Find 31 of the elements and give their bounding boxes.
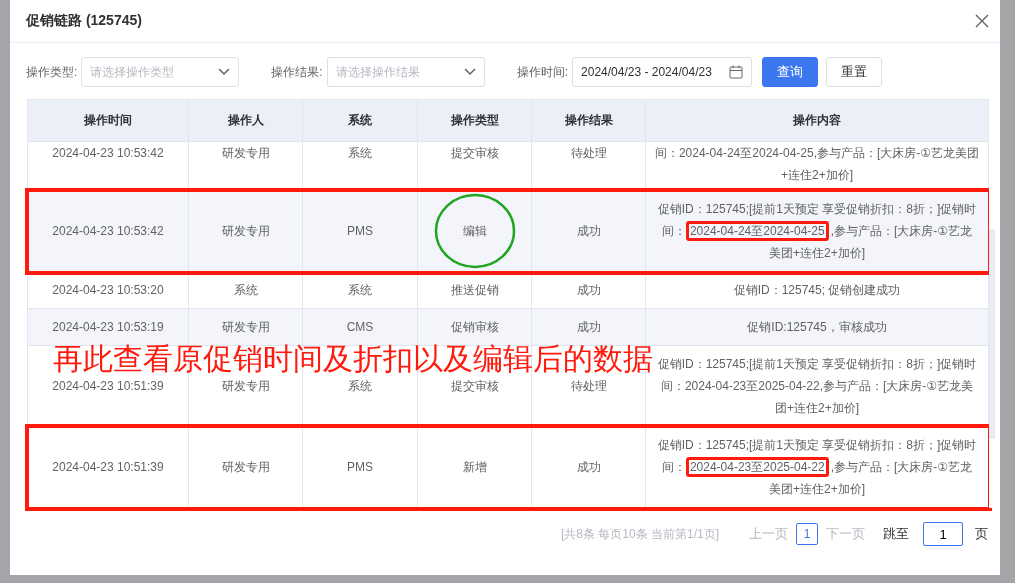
page-number[interactable]: 1 bbox=[796, 523, 818, 545]
calendar-icon bbox=[729, 65, 744, 79]
search-button[interactable]: 查询 bbox=[762, 57, 819, 87]
page-unit: 页 bbox=[975, 525, 988, 543]
table-cell-text: 促销ID：125745; 促销创建成功 bbox=[732, 282, 902, 299]
table-cell-text: 间：2024-04-24至2024-04-25,参与产品：[大床房-①艺龙美团+连住2+加价] bbox=[654, 145, 980, 184]
column-header: 操作类型 bbox=[417, 99, 532, 142]
column-header: 操作时间 bbox=[27, 99, 189, 142]
page-input[interactable]: 1 bbox=[923, 522, 963, 546]
jump-label: 跳至 bbox=[883, 525, 909, 543]
filter-label: 操作类型: bbox=[26, 63, 78, 81]
chevron-down-icon bbox=[218, 68, 231, 76]
table-cell-text: 促销ID：125745;[提前1天预定 享受促销折扣：8折；]促销时间：2024-04-23至2025-04-22,参与产品：[大床房-①艺龙美团+连住2+加价] bbox=[656, 356, 978, 417]
dialog-title: 促销链路 (125745) bbox=[26, 12, 142, 30]
reset-button[interactable]: 重置 bbox=[826, 57, 883, 87]
filter-label: 操作时间: bbox=[516, 63, 569, 81]
pagination-summary: [共8条 每页10条 当前第1/1页] bbox=[560, 525, 719, 543]
filter-label: 操作结果: bbox=[271, 63, 323, 81]
select-field[interactable]: 请选择操作结果 bbox=[326, 57, 485, 87]
column-header: 操作人 bbox=[188, 99, 303, 142]
date-range-field[interactable]: 2024/04/23 - 2024/04/23 bbox=[572, 57, 753, 87]
column-header: 操作内容 bbox=[645, 99, 989, 142]
select-field[interactable]: 请选择操作类型 bbox=[81, 57, 240, 87]
table-cell-text: 促销ID:125745，审核成功 bbox=[746, 319, 888, 336]
column-header: 操作结果 bbox=[531, 99, 646, 142]
annotation-text: 再此查看原促销时间及折扣以及编辑后的数据 bbox=[53, 343, 653, 374]
table-cell-text: 促销ID：125745;[提前1天预定 享受促销折扣：8折；]促销时间： 2024-04-23至2025-04-22 ,参与产品：[大床房-①艺龙美团+连住2+加价] bbox=[656, 437, 978, 498]
column-header: 系统 bbox=[302, 99, 418, 142]
close-icon[interactable] bbox=[974, 13, 990, 29]
chevron-down-icon bbox=[463, 68, 476, 76]
table-cell-text: 促销ID：125745;[提前1天预定 享受促销折扣：8折；]促销时间： 2024-04-24至2024-04-25 ,参与产品：[大床房-①艺龙美团+连住2+加价] bbox=[656, 201, 978, 262]
